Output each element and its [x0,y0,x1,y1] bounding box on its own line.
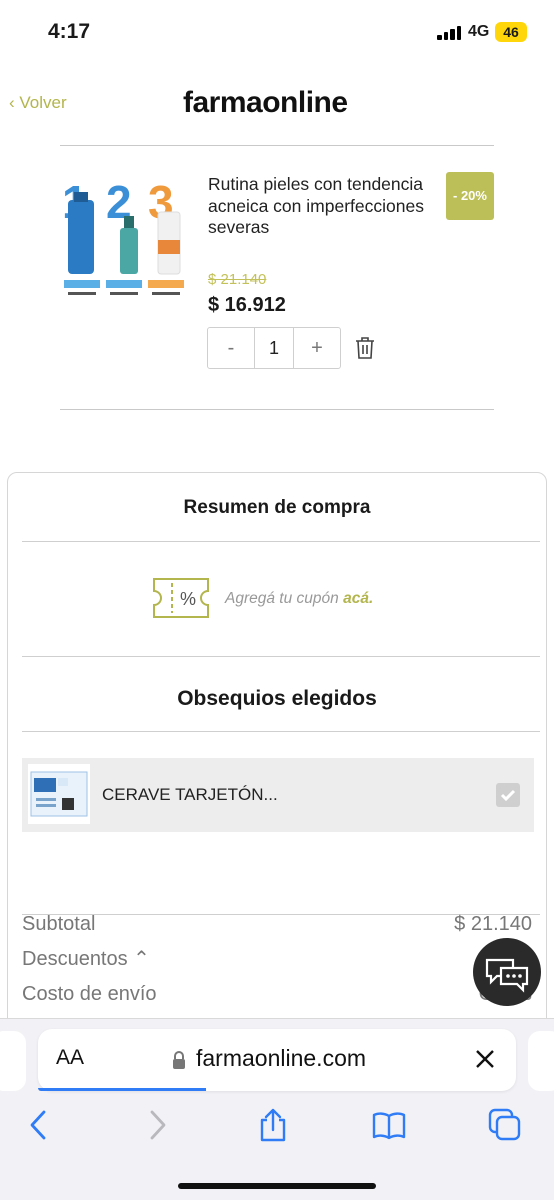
share-icon[interactable] [256,1108,290,1142]
shipping-row: Costo de envío Gratis [22,983,532,1013]
quantity-increase-button[interactable]: + [294,328,340,368]
purchase-summary: Resumen de compra % Agregá tu cupón acá.… [7,472,547,1072]
quantity-stepper: - 1 + [207,327,341,369]
product-title: Rutina pieles con tendencia acneica con … [208,174,424,237]
gift-item[interactable]: CERAVE TARJETÓN... [22,758,534,832]
coupon-divider [22,656,540,657]
next-tab[interactable] [528,1031,554,1091]
home-indicator [178,1183,376,1189]
checkbox-icon[interactable] [496,783,520,807]
previous-tab[interactable] [0,1031,26,1091]
coupon-button[interactable]: % Agregá tu cupón acá. [148,573,428,623]
logo: farmaonline [183,86,348,119]
battery-icon: 46 [495,22,527,42]
back-button[interactable]: ‹ Volver [9,93,67,113]
subtotal-label: Subtotal [22,913,96,935]
gifts-title: Obsequios elegidos [177,687,377,710]
network-type: 4G [468,23,490,40]
chat-icon [485,958,529,993]
back-label: Volver [19,93,67,112]
quantity-decrease-button[interactable]: - [208,328,254,368]
discount-badge: - 20% [446,172,494,220]
gifts-divider [22,731,540,732]
header-divider [60,145,494,146]
summary-divider [22,541,540,542]
close-icon[interactable] [474,1048,496,1070]
current-price: $ 16.912 [208,294,286,316]
subtotal-row: Subtotal $ 21.140 [22,913,532,943]
coupon-link[interactable]: acá. [343,590,373,607]
shipping-label: Costo de envío [22,983,157,1005]
subtotal-value: $ 21.140 [454,913,532,935]
discounts-row[interactable]: Descuentos ⌃ $ - [22,946,532,976]
page-load-progress [38,1088,206,1091]
discounts-label: Descuentos ⌃ [22,948,150,970]
lock-icon [173,1051,185,1069]
url-text: farmaonline.com [196,1045,367,1071]
tabs-icon[interactable] [488,1108,522,1142]
text-size-button[interactable]: AA [56,1046,84,1070]
chevron-left-icon: ‹ [9,93,20,112]
trash-icon[interactable] [354,336,376,360]
quantity-value[interactable]: 1 [254,328,294,368]
back-arrow-icon[interactable] [22,1108,56,1142]
summary-title: Resumen de compra [183,497,371,518]
forward-arrow-icon[interactable] [140,1108,174,1142]
address-bar[interactable]: AA farmaonline.com [38,1029,516,1091]
signal-icon [437,26,463,40]
svg-text:%: % [180,589,196,609]
product-divider [60,409,494,410]
product-image: 1 2 3 [60,170,190,305]
old-price: $ 21.140 [208,271,267,288]
gift-label: CERAVE TARJETÓN... [102,785,278,804]
chat-button[interactable] [473,938,541,1006]
status-time: 4:17 [48,20,91,43]
gift-thumbnail [28,764,90,824]
coupon-prompt: Agregá tu cupón [225,590,339,607]
bookmarks-icon[interactable] [372,1108,406,1142]
status-bar: 4:17 4G 46 [0,0,554,66]
coupon-icon: % [153,578,209,618]
coupon-text: Agregá tu cupón acá. [225,590,373,608]
